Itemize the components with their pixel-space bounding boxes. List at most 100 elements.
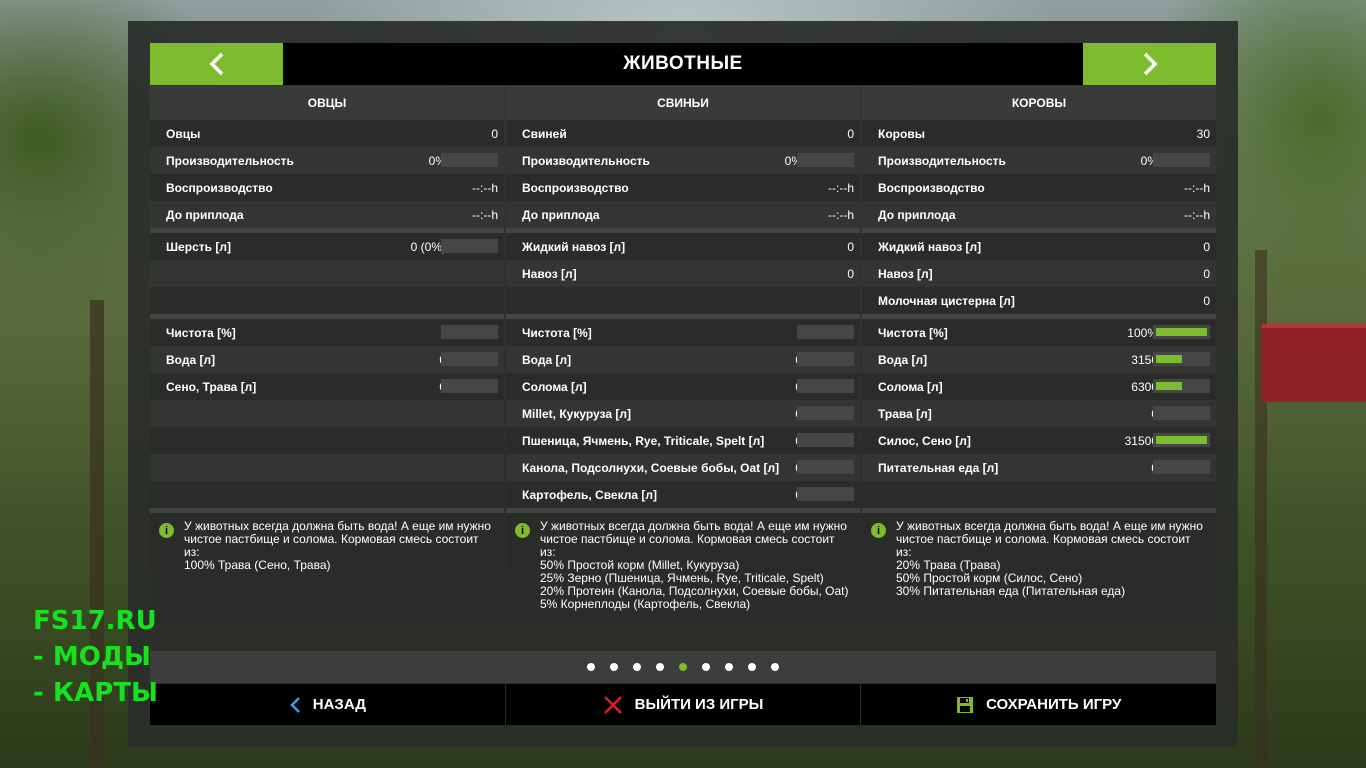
products-group: Жидкий навоз [л] 0 Навоз [л] 0 Молочная цист… [862, 233, 1216, 314]
resources-group: Чистота [%]-Вода [л]0Сено, Трава [л]0 [150, 319, 504, 508]
stat-label: Воспроизводство [522, 180, 629, 195]
stat-label: Чистота [%] [878, 325, 948, 340]
stat-row: Воспроизводство --:--h [506, 174, 860, 201]
progress-fill [1156, 355, 1182, 363]
stat-row: Питательная еда [л]0 [862, 454, 1216, 481]
info-icon: i [515, 523, 530, 538]
progress-bar [441, 153, 498, 167]
stat-label: Millet, Кукуруза [л] [522, 406, 631, 421]
column-title: СВИНЬИ [506, 86, 860, 120]
page-dot[interactable] [748, 663, 756, 671]
info-panel: i У животных всегда должна быть вода! А е… [862, 513, 1216, 625]
stat-value: 30 [1196, 126, 1210, 141]
animal-column: СВИНЬИ Свиней 0 Производительность 0% Воспрои… [506, 86, 860, 625]
progress-bar [797, 325, 854, 339]
info-text: У животных всегда должна быть вода! А ещ… [540, 520, 860, 611]
stat-label: Силос, Сено [л] [878, 433, 971, 448]
watermark-line: FS17.RU [33, 606, 157, 636]
stat-label: Молочная цистерна [л] [878, 293, 1015, 308]
info-text: У животных всегда должна быть вода! А ещ… [896, 520, 1216, 598]
stat-label: Производительность [878, 153, 1006, 168]
stat-row: Вода [л]0 [150, 346, 504, 373]
chevron-right-icon [1143, 52, 1157, 76]
stat-row: Чистота [%] 100% [862, 319, 1216, 346]
page-dot[interactable] [610, 663, 618, 671]
page-dot[interactable] [679, 663, 687, 671]
stat-value: 0 [847, 266, 854, 281]
stat-row [150, 400, 504, 427]
stat-row: Навоз [л] 0 [862, 260, 1216, 287]
stat-label: Вода [л] [166, 352, 216, 367]
progress-bar [441, 352, 498, 366]
page-indicator [150, 651, 1216, 683]
stat-label: Канола, Подсолнухи, Соевые бобы, Oat [л] [522, 460, 780, 475]
watermark-line: - КАРТЫ [33, 678, 158, 708]
stat-label: До приплода [878, 207, 956, 222]
stat-value: --:--h [1184, 180, 1210, 195]
progress-bar [1153, 379, 1210, 393]
page-dot[interactable] [725, 663, 733, 671]
info-icon: i [159, 523, 174, 538]
stat-label: Воспроизводство [878, 180, 985, 195]
stat-label: Жидкий навоз [л] [878, 239, 982, 254]
back-button[interactable]: НАЗАД [150, 684, 506, 725]
stat-row: Производительность 0% [150, 147, 504, 174]
progress-fill [1156, 436, 1207, 444]
stat-row: Молочная цистерна [л] 0 [862, 287, 1216, 314]
stat-row: Навоз [л] 0 [506, 260, 860, 287]
progress-bar [1153, 460, 1210, 474]
info-line: 30% Питательная еда (Питательная еда) [896, 584, 1126, 598]
stat-value: 0 [1203, 293, 1210, 308]
progress-bar [1153, 433, 1210, 447]
animal-column: ОВЦЫ Овцы 0 Производительность 0% Воспроизвод… [150, 86, 504, 625]
stat-row: До приплода --:--h [150, 201, 504, 228]
stat-label: Вода [л] [878, 352, 928, 367]
progress-fill [1156, 328, 1207, 336]
stat-row [150, 481, 504, 508]
page-dot[interactable] [771, 663, 779, 671]
progress-bar [797, 460, 854, 474]
progress-bar [797, 153, 854, 167]
stat-label: Овцы [166, 126, 201, 141]
stat-row: Чистота [%]- [506, 319, 860, 346]
progress-bar [797, 352, 854, 366]
info-line: чистое пастбище и солома. Кормовая смесь… [540, 532, 835, 546]
progress-bar [1153, 325, 1210, 339]
stat-row: Производительность 0% [862, 147, 1216, 174]
stat-row: Свиней 0 [506, 120, 860, 147]
stat-row [150, 454, 504, 481]
stat-row: Коровы 30 [862, 120, 1216, 147]
stat-value: 0 [847, 239, 854, 254]
next-page-button[interactable] [1083, 43, 1216, 85]
stat-label: Производительность [522, 153, 650, 168]
stat-label: Картофель, Свекла [л] [522, 487, 658, 502]
quit-game-button[interactable]: ВЫЙТИ ИЗ ИГРЫ [506, 684, 862, 725]
page-dot[interactable] [702, 663, 710, 671]
page-dot[interactable] [633, 663, 641, 671]
stat-label: Чистота [%] [166, 325, 236, 340]
resources-group: Чистота [%]-Вода [л]0Солома [л]0Millet, … [506, 319, 860, 508]
floppy-disk-icon [957, 696, 974, 713]
previous-page-button[interactable] [150, 43, 283, 85]
page-dot[interactable] [656, 663, 664, 671]
save-game-button[interactable]: СОХРАНИТЬ ИГРУ [861, 684, 1216, 725]
stat-label: Вода [л] [522, 352, 572, 367]
footer-bar: НАЗАД ВЫЙТИ ИЗ ИГРЫ СОХРАНИТЬ ИГРУ [150, 684, 1216, 725]
info-icon: i [871, 523, 886, 538]
progress-bar [441, 325, 498, 339]
stat-row: Овцы 0 [150, 120, 504, 147]
stat-label: Шерсть [л] [166, 239, 231, 254]
stats-group: Овцы 0 Производительность 0% Воспроизводство… [150, 120, 504, 228]
info-line: чистое пастбище и солома. Кормовая смесь… [184, 532, 479, 546]
stat-label: Солома [л] [522, 379, 587, 394]
close-icon [603, 695, 622, 714]
stat-label: Солома [л] [878, 379, 943, 394]
page-dot[interactable] [587, 663, 595, 671]
stat-row: Картофель, Свекла [л]0 [506, 481, 860, 508]
stat-row: Воспроизводство --:--h [150, 174, 504, 201]
stat-row: Производительность 0% [506, 147, 860, 174]
stat-value: 0 [1203, 266, 1210, 281]
stat-row: Шерсть [л] 0 (0%) [150, 233, 504, 260]
stat-label: Навоз [л] [522, 266, 577, 281]
page-title: ЖИВОТНЫЕ [623, 53, 743, 74]
